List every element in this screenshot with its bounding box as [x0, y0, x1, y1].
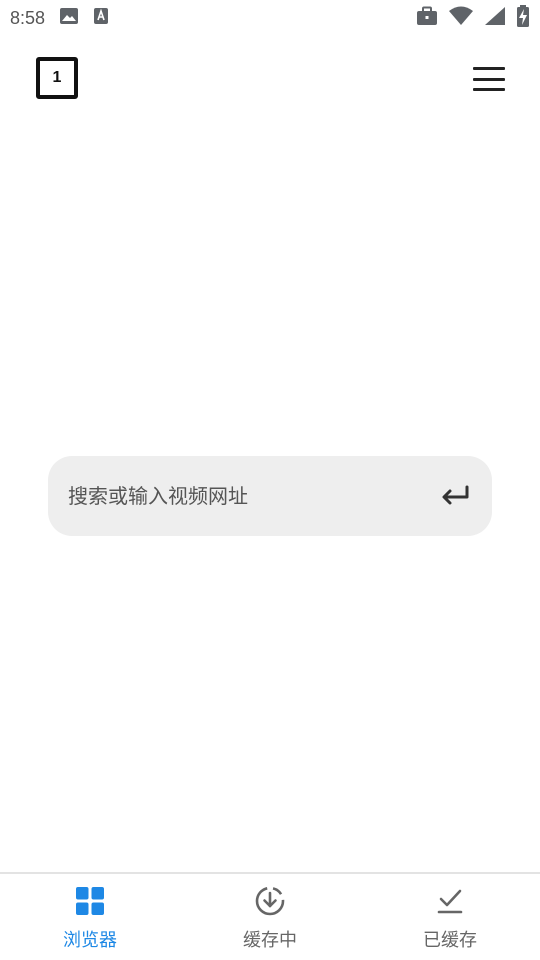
nav-item-downloading[interactable]: 缓存中 — [180, 874, 360, 960]
status-time: 8:58 — [10, 7, 46, 28]
wifi-icon — [448, 6, 474, 30]
search-input[interactable] — [68, 484, 408, 508]
signal-icon — [484, 6, 506, 30]
tab-count: 1 — [52, 69, 62, 86]
nav-label-downloaded: 已缓存 — [423, 930, 477, 951]
nav-item-downloaded[interactable]: 已缓存 — [360, 874, 540, 960]
nav-label-browser: 浏览器 — [63, 930, 117, 951]
image-icon — [59, 7, 79, 29]
enter-return-icon[interactable] — [438, 482, 472, 510]
status-left: 8:58 — [10, 7, 109, 29]
battery-charging-icon — [516, 5, 530, 31]
nav-item-browser[interactable]: 浏览器 — [0, 874, 180, 960]
a-text-icon — [93, 7, 109, 29]
check-tray-icon — [433, 884, 467, 918]
grid-icon — [73, 884, 107, 918]
tabs-counter-button[interactable]: 1 — [36, 57, 78, 99]
download-progress-icon — [253, 884, 287, 918]
app-screen: 8:58 1 搜索或输入视频网址 浏览器 缓存中 已缓存 — [0, 0, 540, 960]
nav-label-downloading: 缓存中 — [243, 930, 297, 951]
bottom-nav: 浏览器 缓存中 已缓存 — [0, 872, 540, 960]
status-right — [416, 5, 530, 31]
search-bar[interactable] — [48, 456, 492, 536]
status-bar: 8:58 — [0, 0, 540, 36]
briefcase-icon — [416, 6, 438, 30]
hamburger-menu-icon[interactable] — [470, 64, 508, 94]
